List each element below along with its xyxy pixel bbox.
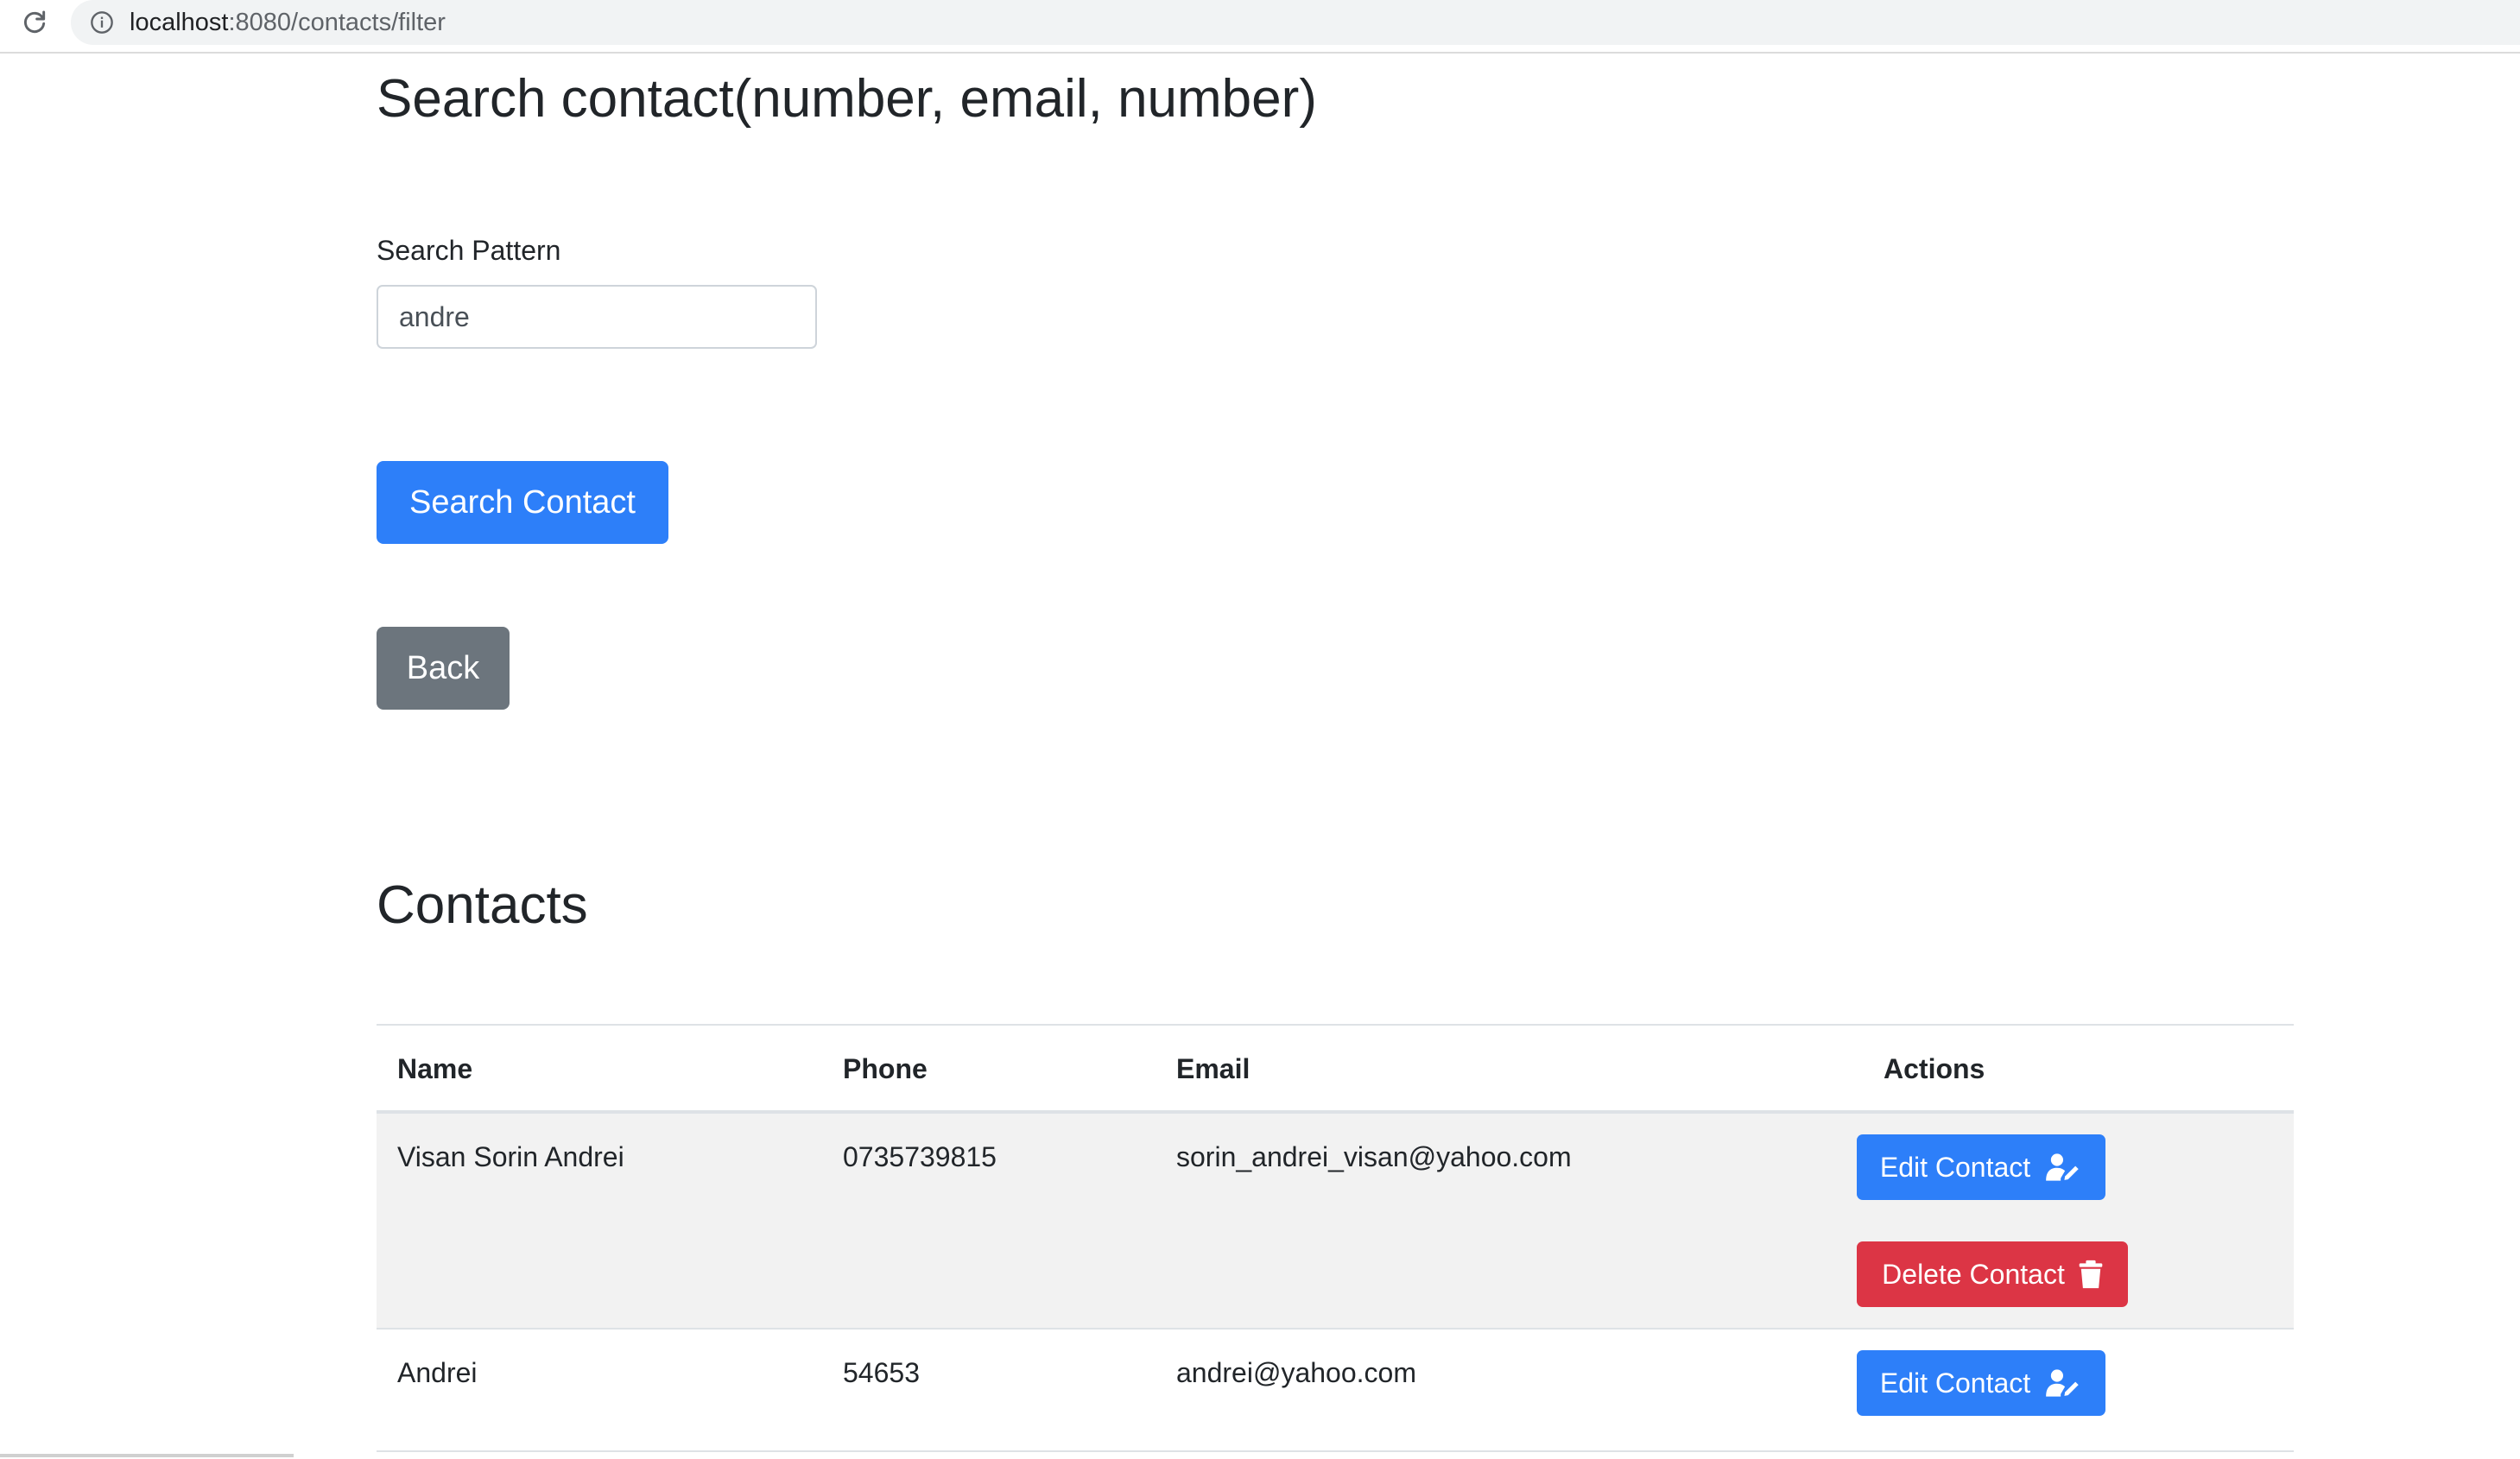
- table-row: Andrei 54653 andrei@yahoo.com Edit Conta…: [377, 1330, 2294, 1452]
- delete-contact-button[interactable]: Delete Contact: [1857, 1241, 2128, 1307]
- browser-toolbar: localhost:8080/contacts/filter: [0, 0, 2520, 54]
- contact-phone: 54653: [843, 1357, 920, 1388]
- edit-contact-label: Edit Contact: [1879, 1151, 2031, 1183]
- url-path: :8080/contacts/filter: [228, 8, 446, 36]
- edit-contact-button[interactable]: Edit Contact: [1857, 1134, 2105, 1200]
- contact-phone: 0735739815: [843, 1141, 997, 1172]
- column-header-actions: Actions: [1884, 1053, 1985, 1084]
- column-header-name: Name: [397, 1053, 473, 1084]
- contact-name: Visan Sorin Andrei: [397, 1141, 624, 1172]
- edit-contact-label: Edit Contact: [1879, 1367, 2031, 1399]
- back-button[interactable]: Back: [377, 627, 510, 710]
- edit-contact-button[interactable]: Edit Contact: [1857, 1350, 2105, 1416]
- delete-contact-label: Delete Contact: [1882, 1258, 2065, 1290]
- address-bar[interactable]: localhost:8080/contacts/filter: [71, 0, 2520, 45]
- table-row: Visan Sorin Andrei 0735739815 sorin_andr…: [377, 1114, 2294, 1330]
- trash-icon: [2079, 1260, 2103, 1289]
- table-header-row: Name Phone Email Actions: [377, 1026, 2294, 1114]
- reload-button[interactable]: [17, 5, 52, 40]
- page-title: Search contact(number, email, number): [377, 69, 1317, 129]
- search-pattern-label: Search Pattern: [377, 235, 561, 266]
- column-header-phone: Phone: [843, 1053, 928, 1084]
- column-header-email: Email: [1176, 1053, 1251, 1084]
- contact-email: andrei@yahoo.com: [1176, 1357, 1416, 1388]
- user-edit-icon: [2044, 1153, 2082, 1182]
- horizontal-scrollbar[interactable]: [0, 1454, 294, 1457]
- search-contact-button[interactable]: Search Contact: [377, 461, 668, 544]
- url-text[interactable]: localhost:8080/contacts/filter: [130, 9, 446, 37]
- contact-name: Andrei: [397, 1357, 478, 1388]
- search-input[interactable]: [377, 285, 817, 349]
- contacts-heading: Contacts: [377, 875, 588, 935]
- url-host: localhost: [130, 8, 229, 36]
- contact-email: sorin_andrei_visan@yahoo.com: [1176, 1141, 1572, 1172]
- user-edit-icon: [2044, 1368, 2082, 1398]
- reload-icon: [23, 10, 46, 34]
- contacts-table: Name Phone Email Actions Visan Sorin And…: [377, 1024, 2294, 1452]
- info-icon[interactable]: [88, 9, 116, 36]
